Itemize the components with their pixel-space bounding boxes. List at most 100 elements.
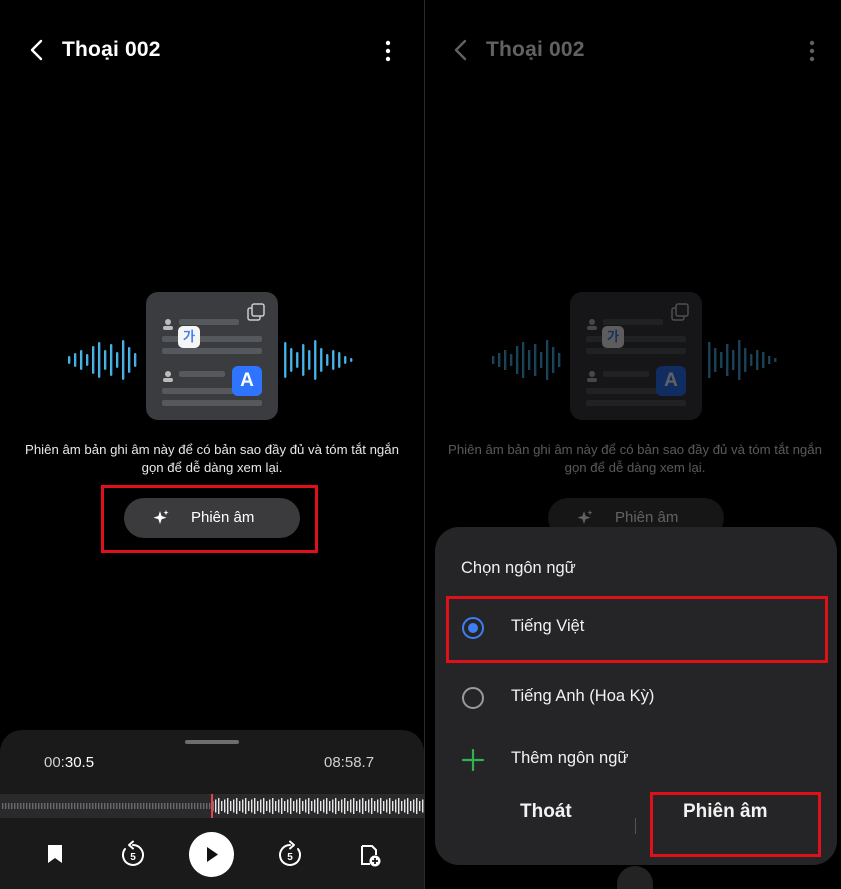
waveform-bar (299, 798, 301, 814)
recording-screen: Thoại 002 가 A Phiên âm bản ghi âm này để… (0, 0, 424, 889)
waveform-bar (158, 803, 160, 809)
waveform-bar (272, 798, 274, 814)
waveform-bar (77, 803, 79, 809)
waveform-bar (404, 799, 406, 813)
waveform-bar (380, 798, 382, 814)
waveform-bar (332, 799, 334, 813)
play-icon (207, 847, 218, 862)
waveform-bar (152, 803, 154, 809)
language-option-label: Tiếng Anh (Hoa Kỳ) (511, 687, 655, 705)
elapsed-time-prefix: 00: (44, 754, 65, 771)
waveform-bar (5, 803, 7, 809)
more-vertical-icon[interactable] (385, 40, 391, 62)
waveform-bar (413, 799, 415, 813)
waveform-bar (386, 799, 388, 813)
waveform-bar (110, 803, 112, 809)
cancel-button[interactable]: Thoát (520, 801, 572, 823)
waveform-bar (80, 803, 82, 809)
waveform-bar (317, 798, 319, 814)
waveform-bar (236, 798, 238, 814)
waveform-bar (398, 798, 400, 814)
waveform-bar (98, 803, 100, 809)
waveform-bar (260, 799, 262, 813)
back-arrow-icon[interactable] (450, 38, 474, 62)
waveform-bar (59, 803, 61, 809)
waveform-bar (68, 803, 70, 809)
waveform-bar (119, 803, 121, 809)
add-note-icon[interactable] (358, 844, 382, 868)
waveform-bar (371, 798, 373, 814)
waveform-bar (89, 803, 91, 809)
waveform-bar (419, 801, 421, 811)
waveform-bar (11, 803, 13, 809)
more-vertical-icon[interactable] (809, 40, 815, 62)
highlight-box (650, 792, 821, 857)
waveform-bar (257, 801, 259, 811)
waveform-bar (17, 803, 19, 809)
waveform-bar (95, 803, 97, 809)
waveform-bar (374, 801, 376, 811)
waveform-bar (41, 803, 43, 809)
waveform-bar (416, 798, 418, 814)
waveform-bar (383, 801, 385, 811)
waveform-bar (2, 803, 4, 809)
korean-badge: 가 (178, 326, 200, 348)
waveform-bar (395, 799, 397, 813)
waveform-bar (197, 803, 199, 809)
back-arrow-icon[interactable] (26, 38, 50, 62)
waveform-bar (62, 803, 64, 809)
waveform-bar (407, 798, 409, 814)
waveform-bar (356, 801, 358, 811)
drag-handle[interactable] (185, 740, 239, 744)
waveform-bar (410, 801, 412, 811)
waveform-bar (203, 803, 205, 809)
waveform-bar (200, 803, 202, 809)
waveform-bar (155, 803, 157, 809)
waveform-bar (254, 798, 256, 814)
waveform-bar (134, 803, 136, 809)
waveform-bar (29, 803, 31, 809)
waveform-bar (38, 803, 40, 809)
waveform-bar (401, 801, 403, 811)
korean-badge: 가 (602, 326, 624, 348)
waveform-bar (338, 801, 340, 811)
waveform-bar (266, 801, 268, 811)
waveform-bar (101, 803, 103, 809)
transcription-illustration: 가 A (62, 290, 362, 422)
waveform-bar (194, 803, 196, 809)
waveform-bar (281, 798, 283, 814)
waveform-bar (137, 803, 139, 809)
transcript-card-graphic: 가 A (146, 292, 278, 420)
rewind-5-icon[interactable]: 5 (118, 840, 148, 870)
waveform-bar (122, 803, 124, 809)
waveform-bar (74, 803, 76, 809)
waveform-bar (146, 803, 148, 809)
button-separator (635, 818, 636, 834)
waveform-bar (377, 799, 379, 813)
language-option-english-us[interactable]: Tiếng Anh (Hoa Kỳ) (435, 670, 837, 726)
playhead[interactable] (211, 794, 213, 818)
app-header: Thoại 002 (0, 0, 424, 100)
bookmark-icon[interactable] (45, 843, 65, 865)
language-select-screen: Thoại 002 가 A Phiên âm bản ghi âm này để… (425, 0, 841, 889)
rewind-seconds: 5 (130, 852, 136, 863)
play-button[interactable] (189, 832, 234, 877)
waveform-bar (35, 803, 37, 809)
transcribe-description: Phiên âm bản ghi âm này để có bản sao đầ… (25, 442, 399, 475)
waveform-bar (392, 801, 394, 811)
waveform-bar (341, 799, 343, 813)
waveform-bar (275, 801, 277, 811)
waveform-bar (71, 803, 73, 809)
waveform-bar (320, 801, 322, 811)
waveform-bar (290, 798, 292, 814)
waveform-bar (308, 798, 310, 814)
waveform-bar (20, 803, 22, 809)
waveform-bar (173, 803, 175, 809)
waveform-bar (224, 799, 226, 813)
waveform-bar (50, 803, 52, 809)
add-language-row[interactable]: Thêm ngôn ngữ (435, 732, 837, 788)
forward-5-icon[interactable]: 5 (275, 840, 305, 870)
page-title: Thoại 002 (62, 38, 161, 61)
waveform-bar (176, 803, 178, 809)
playback-panel: 00:30.5 08:58.7 5 5 (0, 730, 424, 889)
